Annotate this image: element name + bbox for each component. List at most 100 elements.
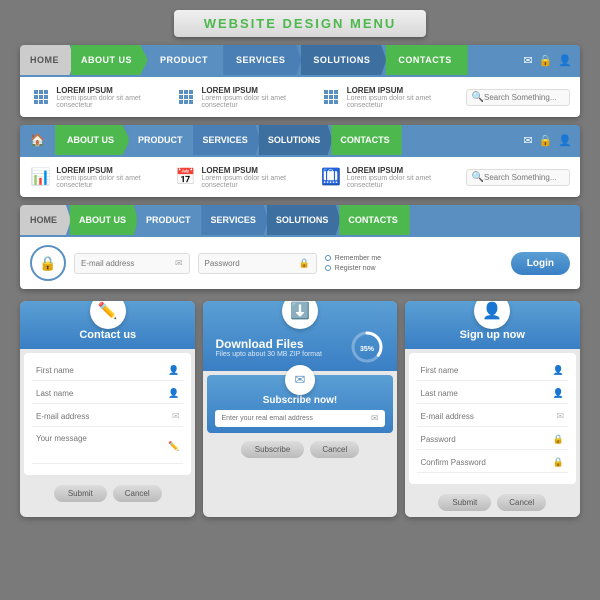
lorem-title-4: LOREM IPSUM	[56, 166, 165, 175]
nav-about-1[interactable]: ABOUT US	[71, 45, 148, 75]
text-block-2: LOREM IPSUM Lorem ipsum dolor sit amet c…	[202, 86, 311, 109]
signup-last-name-field[interactable]: 👤	[417, 384, 568, 404]
pencil-icon-circle: ✏️	[90, 301, 126, 329]
nav-product-2[interactable]: PRODUCT	[126, 125, 195, 155]
nav-home-1[interactable]: HOME	[20, 45, 75, 75]
nav-services-2[interactable]: SERVICES	[190, 125, 259, 155]
signup-password-field[interactable]: 🔒	[417, 430, 568, 450]
password-field[interactable]: 🔒	[198, 253, 317, 274]
signup-first-name-input[interactable]	[421, 366, 549, 375]
subscribe-field-row: ✉	[215, 410, 384, 427]
signup-form-body: 👤 👤 ✉ 🔒 🔒	[409, 353, 576, 484]
nav-bar-1: HOME ABOUT US PRODUCT SERVICES SOLUTIONS…	[20, 45, 580, 75]
search-input-2[interactable]	[484, 173, 564, 182]
search-input-1[interactable]	[484, 93, 564, 102]
last-name-input[interactable]	[36, 389, 164, 398]
nav-home-2[interactable]: 🏠	[20, 125, 55, 155]
message-field[interactable]: ✏️	[32, 430, 183, 464]
search-box-1[interactable]: 🔍	[466, 89, 570, 106]
password-input[interactable]	[205, 259, 295, 268]
login-button[interactable]: Login	[511, 252, 570, 275]
nav-product-3[interactable]: PRODUCT	[134, 205, 203, 235]
signup-first-name-field[interactable]: 👤	[417, 361, 568, 381]
nav-solutions-3[interactable]: SOLUTIONS	[264, 205, 341, 235]
lorem-title-2: LOREM IPSUM	[202, 86, 311, 95]
login-content: 🔒 ✉ 🔒 Remember me Register now Login	[20, 235, 580, 289]
register-option[interactable]: Register now	[325, 265, 381, 272]
signup-submit-button[interactable]: Submit	[438, 494, 491, 511]
nav-home-3[interactable]: HOME	[20, 205, 71, 235]
subscribe-section: ✉ Subscribe now! ✉	[207, 375, 392, 433]
contact-submit-button[interactable]: Submit	[54, 485, 107, 502]
register-radio[interactable]	[325, 265, 331, 271]
subscribe-input-wrap[interactable]: ✉	[215, 410, 384, 427]
signup-confirm-field[interactable]: 🔒	[417, 453, 568, 473]
subscribe-title: Subscribe now!	[215, 395, 384, 406]
nav-contacts-2[interactable]: CONTACTS	[328, 125, 401, 155]
download-text-group: Download Files Files upto about 30 MB ZI…	[215, 337, 321, 358]
nav-bar-3: HOME ABOUT US PRODUCT SERVICES SOLUTIONS…	[20, 205, 580, 235]
login-options: Remember me Register now	[325, 255, 381, 272]
download-panel: ⬇️ Download Files Files upto about 30 MB…	[203, 301, 396, 517]
signup-confirm-input[interactable]	[421, 458, 549, 467]
email-contact-input[interactable]	[36, 412, 168, 421]
search-icon-1: 🔍	[472, 92, 484, 103]
nav-about-2[interactable]: ABOUT US	[55, 125, 130, 155]
email-contact-field[interactable]: ✉	[32, 407, 183, 427]
search-box-2[interactable]: 🔍	[466, 169, 570, 186]
chart-icon: 📊	[30, 165, 51, 189]
download-subtitle: Files upto about 30 MB ZIP format	[215, 351, 321, 358]
nav-services-1[interactable]: SERVICES	[220, 45, 301, 75]
nav-solutions-2[interactable]: SOLUTIONS	[256, 125, 333, 155]
subscribe-cancel-button[interactable]: Cancel	[310, 441, 359, 458]
lorem-sub-3: Lorem ipsum dolor sit amet consectetur	[347, 95, 456, 109]
bottom-row: ✏️ Contact us 👤 👤 ✉ ✏️ Submit Cancel	[20, 301, 580, 517]
signup-panel-footer: Submit Cancel	[405, 488, 580, 517]
envelope-icon-2[interactable]: ✉	[523, 134, 532, 147]
lock-icon-2[interactable]: 🔒	[539, 134, 553, 147]
contact-panel-footer: Submit Cancel	[20, 479, 195, 508]
user-icon-2[interactable]: 👤	[558, 134, 572, 147]
contact-cancel-button[interactable]: Cancel	[113, 485, 162, 502]
signup-email-input[interactable]	[421, 412, 553, 421]
envelope-icon-circle: ✉	[285, 365, 315, 395]
subscribe-input[interactable]	[221, 415, 366, 422]
email-input[interactable]	[81, 259, 171, 268]
last-name-field[interactable]: 👤	[32, 384, 183, 404]
page-title-banner: WEBSITE DESIGN MENU	[174, 10, 427, 37]
signup-email-field[interactable]: ✉	[417, 407, 568, 427]
grid-icon-1	[30, 85, 51, 109]
lorem-title-6: LOREM IPSUM	[347, 166, 456, 175]
first-name-field[interactable]: 👤	[32, 361, 183, 381]
nav-about-3[interactable]: ABOUT US	[67, 205, 138, 235]
lock-signup-icon: 🔒	[553, 434, 564, 445]
remember-radio[interactable]	[325, 255, 331, 261]
lock-signup-icon-2: 🔒	[553, 457, 564, 468]
first-name-input[interactable]	[36, 366, 164, 375]
signup-password-input[interactable]	[421, 435, 549, 444]
envelope-sub-icon: ✉	[371, 413, 379, 424]
signup-last-name-input[interactable]	[421, 389, 549, 398]
download-title-area: Download Files Files upto about 30 MB ZI…	[211, 329, 388, 365]
calendar-icon: 📅	[175, 165, 196, 189]
message-input[interactable]	[36, 434, 164, 459]
nav-services-3[interactable]: SERVICES	[199, 205, 268, 235]
nav-product-1[interactable]: PRODUCT	[144, 45, 224, 75]
password-lock-icon: 🔒	[299, 258, 310, 269]
text-block-4: LOREM IPSUM Lorem ipsum dolor sit amet c…	[56, 166, 165, 189]
nav-content-1: LOREM IPSUM Lorem ipsum dolor sit amet c…	[20, 75, 580, 117]
envelope-icon[interactable]: ✉	[523, 54, 532, 67]
signup-cancel-button[interactable]: Cancel	[497, 494, 546, 511]
user-icon[interactable]: 👤	[558, 54, 572, 67]
nav-contacts-1[interactable]: CONTACTS	[382, 45, 467, 75]
content-block-1: LOREM IPSUM Lorem ipsum dolor sit amet c…	[30, 85, 165, 109]
remember-me-option[interactable]: Remember me	[325, 255, 381, 262]
contact-panel: ✏️ Contact us 👤 👤 ✉ ✏️ Submit Cancel	[20, 301, 195, 517]
subscribe-button[interactable]: Subscribe	[241, 441, 305, 458]
nav-solutions-1[interactable]: SOLUTIONS	[297, 45, 386, 75]
lock-icon[interactable]: 🔒	[539, 54, 553, 67]
user-icon-field: 👤	[168, 365, 179, 376]
email-field[interactable]: ✉	[74, 253, 190, 274]
nav-contacts-3[interactable]: CONTACTS	[336, 205, 409, 235]
lorem-title-1: LOREM IPSUM	[56, 86, 165, 95]
